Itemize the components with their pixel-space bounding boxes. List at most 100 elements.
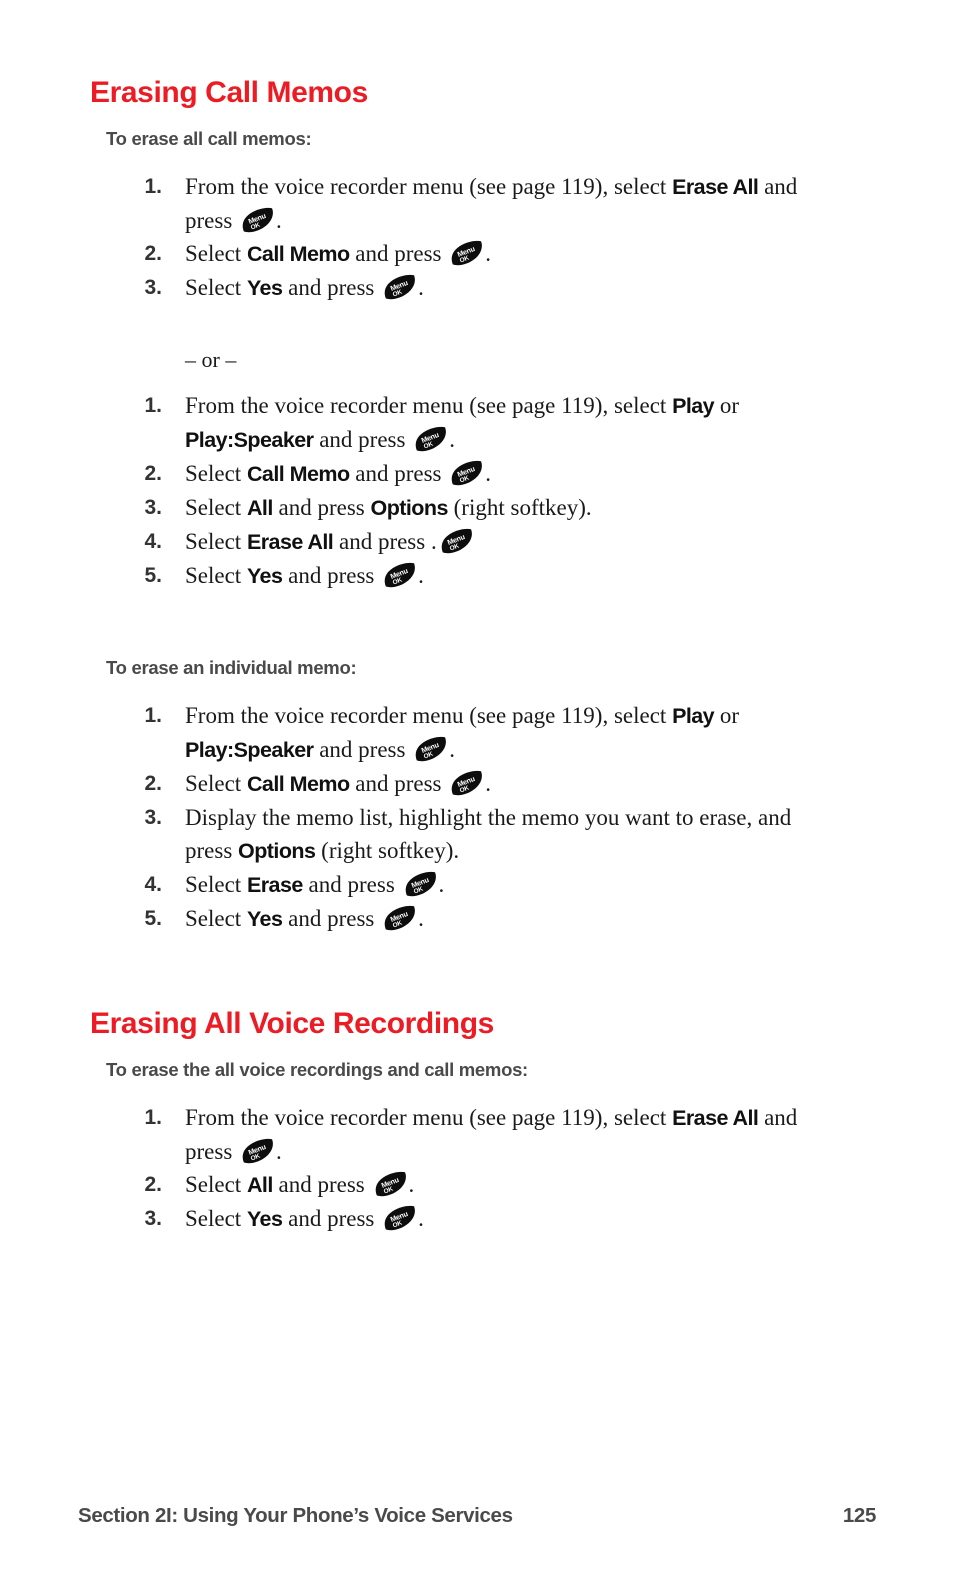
step-text: . xyxy=(408,1172,415,1197)
step-text: and press xyxy=(282,1206,381,1231)
list-item: 1. From the voice recorder menu (see page… xyxy=(128,699,834,767)
ui-term: Erase xyxy=(246,873,303,897)
menu-ok-key-icon: Menu OK xyxy=(414,735,448,765)
step-text: From the voice recorder menu (see page 1… xyxy=(185,174,673,199)
menu-ok-key-icon: Menu OK xyxy=(383,273,417,303)
list-item-number: 3. xyxy=(144,496,162,519)
step-list-erase-individual-memo: 1. From the voice recorder menu (see page… xyxy=(128,699,834,936)
page-title-erasing-all-voice-recordings: Erasing All Voice Recordings xyxy=(90,1007,494,1040)
step-text: Select xyxy=(185,1172,247,1197)
menu-ok-key-icon: Menu OK xyxy=(374,1170,408,1200)
ui-term: Options xyxy=(238,839,316,863)
step-text: Select xyxy=(185,906,247,931)
ui-term: Erase All xyxy=(672,1106,759,1130)
step-text: and press xyxy=(302,872,401,897)
step-text: or xyxy=(714,393,740,418)
list-item-number: 1. xyxy=(144,704,162,727)
step-text: and press . xyxy=(333,529,437,554)
list-item: 2. Select All and press Menu OK. xyxy=(128,1168,834,1202)
step-text: . xyxy=(276,1139,282,1164)
step-text: Select xyxy=(185,1206,247,1231)
step-text: and press xyxy=(282,275,381,300)
step-text: Select xyxy=(185,771,247,796)
list-item: 4. Select Erase and press Menu OK. xyxy=(128,868,834,902)
step-text: Select xyxy=(185,241,247,266)
step-text: . xyxy=(449,427,455,452)
list-item-number: 3. xyxy=(144,806,162,829)
list-item: 5. Select Yes and press Menu OK. xyxy=(128,559,834,593)
list-item: 3. Select All and press Options (right so… xyxy=(128,491,834,525)
list-item-number: 4. xyxy=(144,530,162,553)
ui-term: Call Memo xyxy=(246,462,350,486)
list-item: 1. From the voice recorder menu (see page… xyxy=(128,170,834,237)
menu-ok-key-icon: Menu OK xyxy=(440,527,474,557)
list-item: 3. Select Yes and press Menu OK. xyxy=(128,1202,834,1236)
step-text: . xyxy=(449,737,455,762)
step-text: and press xyxy=(313,427,412,452)
menu-ok-key-icon: Menu OK xyxy=(241,206,275,236)
list-item-number: 4. xyxy=(144,873,162,896)
step-text: . xyxy=(418,906,424,931)
ui-term: Yes xyxy=(246,907,283,931)
step-text: From the voice recorder menu (see page 1… xyxy=(185,703,673,728)
ui-term: Options xyxy=(370,496,449,520)
menu-ok-key-icon: Menu OK xyxy=(241,1137,275,1167)
list-item: 2. Select Call Memo and press Menu OK. xyxy=(128,457,834,491)
step-text: and press xyxy=(282,563,381,588)
step-list-erase-all-call-memos: 1. From the voice recorder menu (see page… xyxy=(128,170,834,305)
step-text: . xyxy=(485,771,492,796)
ui-term: Call Memo xyxy=(246,772,350,796)
list-item: 2. Select Call Memo and press Menu OK. xyxy=(128,767,834,801)
ui-term: All xyxy=(246,1173,273,1197)
subheading-to-erase-all-voice-recordings: To erase the all voice recordings and ca… xyxy=(106,1059,528,1080)
ui-term: Play xyxy=(672,394,715,418)
list-item-number: 5. xyxy=(144,907,162,930)
step-text: Select xyxy=(185,872,247,897)
list-item-number: 1. xyxy=(144,394,162,417)
list-item-number: 1. xyxy=(144,1106,162,1129)
list-item-number: 3. xyxy=(144,276,162,299)
list-item: 1. From the voice recorder menu (see page… xyxy=(128,1101,834,1168)
menu-ok-key-icon: Menu OK xyxy=(383,561,417,591)
ui-term: Call Memo xyxy=(246,242,350,266)
list-item-number: 2. xyxy=(144,772,162,795)
page-title-erasing-call-memos: Erasing Call Memos xyxy=(90,76,368,109)
ui-term: Yes xyxy=(246,1207,283,1231)
step-text: and press xyxy=(272,1172,371,1197)
list-item: 3. Display the memo list, highlight the m… xyxy=(128,801,834,868)
ui-term: Erase All xyxy=(246,530,334,554)
ui-term: Yes xyxy=(246,564,283,588)
ui-term: Play:Speaker xyxy=(185,428,314,452)
menu-ok-key-icon: Menu OK xyxy=(450,239,484,269)
step-text: Select xyxy=(185,275,247,300)
step-text: and press xyxy=(349,241,448,266)
list-item: 4. Select Erase All and press . Menu OK xyxy=(128,525,834,559)
step-text: and press xyxy=(282,906,381,931)
list-item: 1. From the voice recorder menu (see page… xyxy=(128,389,834,457)
step-text: Select xyxy=(185,495,247,520)
step-list-erase-all-voice-recordings: 1. From the voice recorder menu (see page… xyxy=(128,1101,834,1236)
step-text: Select xyxy=(185,563,247,588)
manual-page: Erasing Call Memos To erase all call mem… xyxy=(0,0,954,1590)
list-item: 2. Select Call Memo and press Menu OK. xyxy=(128,237,834,271)
list-item-number: 2. xyxy=(144,1173,162,1196)
ui-term: Play xyxy=(672,704,715,728)
list-item-number: 1. xyxy=(144,175,162,198)
step-text: Select xyxy=(185,461,247,486)
step-text: . xyxy=(438,872,445,897)
alternative-separator: – or – xyxy=(185,347,237,372)
step-list-erase-all-call-memos-alt: 1. From the voice recorder menu (see page… xyxy=(128,389,834,593)
step-text: or xyxy=(714,703,740,728)
menu-ok-key-icon: Menu OK xyxy=(414,425,448,455)
step-text: From the voice recorder menu (see page 1… xyxy=(185,393,673,418)
menu-ok-key-icon: Menu OK xyxy=(383,1204,417,1234)
menu-ok-key-icon: Menu OK xyxy=(450,769,484,799)
menu-ok-key-icon: Menu OK xyxy=(404,870,438,900)
step-text: . xyxy=(418,563,424,588)
menu-ok-key-icon: Menu OK xyxy=(450,459,484,489)
step-text: and press xyxy=(272,495,371,520)
subheading-to-erase-all-call-memos: To erase all call memos: xyxy=(106,128,312,149)
list-item-number: 2. xyxy=(144,242,162,265)
menu-ok-key-icon: Menu OK xyxy=(383,904,417,934)
step-text: and press xyxy=(313,737,412,762)
